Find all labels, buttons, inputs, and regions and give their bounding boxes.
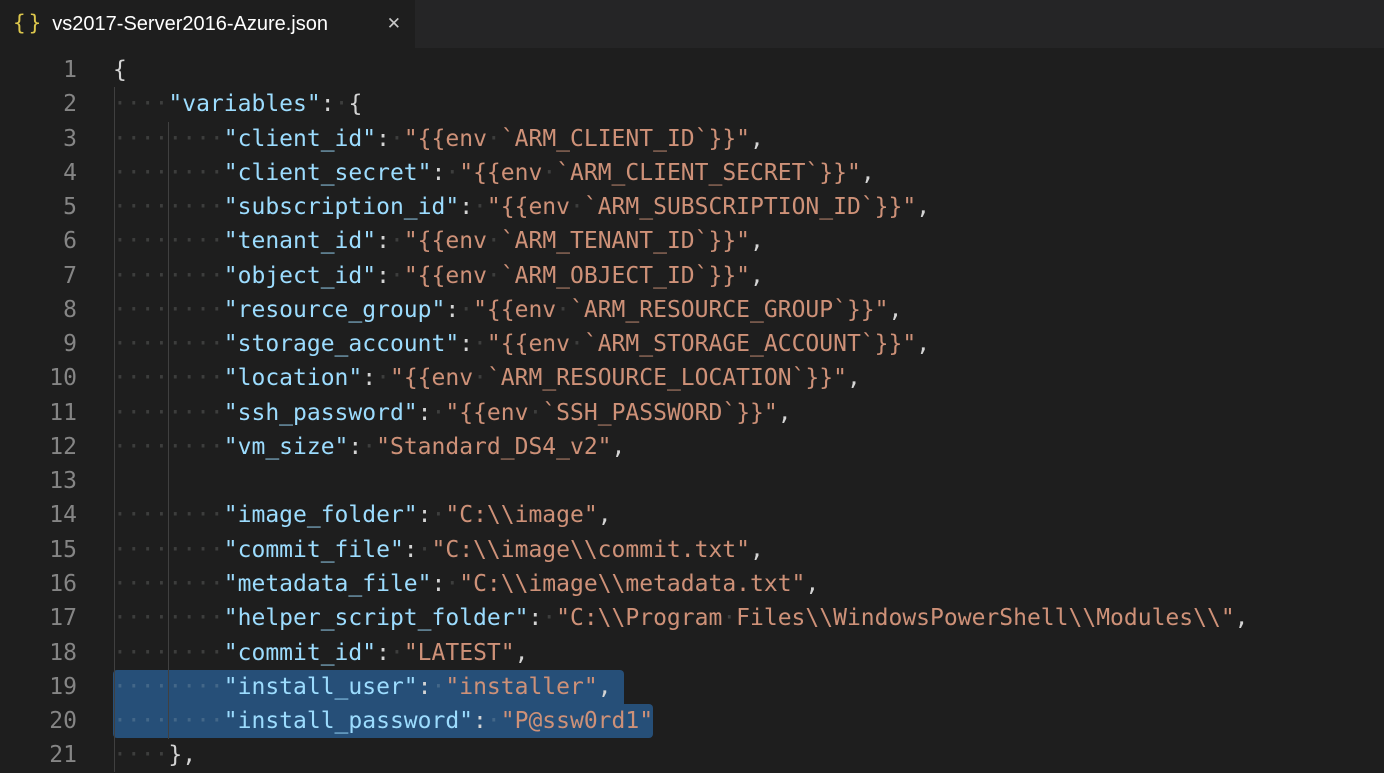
code-line-content: ········"commit_id":·"LATEST", bbox=[113, 636, 528, 670]
indent-guide-level-2 bbox=[168, 122, 169, 739]
code-line-content: ········"object_id":·"{{env·`ARM_OBJECT_… bbox=[113, 259, 764, 293]
code-line-content: { bbox=[113, 53, 127, 87]
line-number[interactable]: 18 bbox=[0, 636, 113, 670]
code-line-content: ········"metadata_file":·"C:\\image\\met… bbox=[113, 567, 819, 601]
code-line[interactable]: 8········"resource_group":·"{{env·`ARM_R… bbox=[0, 293, 1384, 327]
code-line-content: ········"resource_group":·"{{env·`ARM_RE… bbox=[113, 293, 902, 327]
code-line[interactable]: 13 bbox=[0, 464, 1384, 498]
code-line[interactable]: 7········"object_id":·"{{env·`ARM_OBJECT… bbox=[0, 259, 1384, 293]
json-file-icon: {} bbox=[13, 13, 44, 34]
code-line[interactable]: 19········"install_user":·"installer", bbox=[0, 670, 1384, 704]
code-line-content: ········"image_folder":·"C:\\image", bbox=[113, 498, 612, 532]
tab-vs2017-server2016-azure-json[interactable]: {} vs2017-Server2016-Azure.json ✕ bbox=[0, 0, 415, 48]
code-line[interactable]: 17········"helper_script_folder":·"C:\\P… bbox=[0, 601, 1384, 635]
indent-guide-level-1 bbox=[114, 87, 115, 772]
line-number[interactable]: 14 bbox=[0, 498, 113, 532]
line-number[interactable]: 4 bbox=[0, 156, 113, 190]
code-line[interactable]: 2····"variables":·{ bbox=[0, 87, 1384, 121]
line-number[interactable]: 8 bbox=[0, 293, 113, 327]
code-line[interactable]: 18········"commit_id":·"LATEST", bbox=[0, 636, 1384, 670]
code-line[interactable]: 16········"metadata_file":·"C:\\image\\m… bbox=[0, 567, 1384, 601]
code-line-content: ····"variables":·{ bbox=[113, 87, 362, 121]
code-line-content: ········"install_user":·"installer", bbox=[113, 670, 624, 704]
tab-bar: {} vs2017-Server2016-Azure.json ✕ bbox=[0, 0, 1384, 48]
code-line[interactable]: 4········"client_secret":·"{{env·`ARM_CL… bbox=[0, 156, 1384, 190]
code-line-content: ········"vm_size":·"Standard_DS4_v2", bbox=[113, 430, 625, 464]
code-line[interactable]: 12········"vm_size":·"Standard_DS4_v2", bbox=[0, 430, 1384, 464]
code-line[interactable]: 21····}, bbox=[0, 738, 1384, 772]
line-number[interactable]: 15 bbox=[0, 533, 113, 567]
line-number[interactable]: 7 bbox=[0, 259, 113, 293]
code-line-content: ········"subscription_id":·"{{env·`ARM_S… bbox=[113, 190, 930, 224]
line-number[interactable]: 11 bbox=[0, 396, 113, 430]
line-number[interactable]: 3 bbox=[0, 122, 113, 156]
line-number[interactable]: 5 bbox=[0, 190, 113, 224]
line-number[interactable]: 1 bbox=[0, 53, 113, 87]
line-number[interactable]: 12 bbox=[0, 430, 113, 464]
code-line[interactable]: 15········"commit_file":·"C:\\image\\com… bbox=[0, 533, 1384, 567]
line-number[interactable]: 19 bbox=[0, 670, 113, 704]
code-line-content: ········"client_id":·"{{env·`ARM_CLIENT_… bbox=[113, 122, 764, 156]
code-line[interactable]: 20········"install_password":·"P@ssw0rd1… bbox=[0, 704, 1384, 738]
code-area[interactable]: 1{2····"variables":·{3········"client_id… bbox=[0, 48, 1384, 773]
code-line[interactable]: 6········"tenant_id":·"{{env·`ARM_TENANT… bbox=[0, 224, 1384, 258]
line-number[interactable]: 9 bbox=[0, 327, 113, 361]
line-number[interactable]: 10 bbox=[0, 361, 113, 395]
code-line[interactable]: 3········"client_id":·"{{env·`ARM_CLIENT… bbox=[0, 122, 1384, 156]
code-line[interactable]: 10········"location":·"{{env·`ARM_RESOUR… bbox=[0, 361, 1384, 395]
line-number[interactable]: 13 bbox=[0, 464, 113, 498]
line-number[interactable]: 2 bbox=[0, 87, 113, 121]
code-line-content: ········"ssh_password":·"{{env·`SSH_PASS… bbox=[113, 396, 792, 430]
code-line-content: ········"tenant_id":·"{{env·`ARM_TENANT_… bbox=[113, 224, 764, 258]
code-line[interactable]: 5········"subscription_id":·"{{env·`ARM_… bbox=[0, 190, 1384, 224]
code-line-content: ········"install_password":·"P@ssw0rd1" bbox=[113, 704, 653, 738]
vscode-window: {} vs2017-Server2016-Azure.json ✕ 1{2···… bbox=[0, 0, 1384, 772]
code-line[interactable]: 14········"image_folder":·"C:\\image", bbox=[0, 498, 1384, 532]
code-line-content: ········"commit_file":·"C:\\image\\commi… bbox=[113, 533, 764, 567]
code-line[interactable]: 11········"ssh_password":·"{{env·`SSH_PA… bbox=[0, 396, 1384, 430]
code-line[interactable]: 1{ bbox=[0, 53, 1384, 87]
code-line-content: ········"helper_script_folder":·"C:\\Pro… bbox=[113, 601, 1249, 635]
line-number[interactable]: 16 bbox=[0, 567, 113, 601]
code-editor[interactable]: 1{2····"variables":·{3········"client_id… bbox=[0, 48, 1384, 772]
line-number[interactable]: 17 bbox=[0, 601, 113, 635]
tab-title: vs2017-Server2016-Azure.json bbox=[52, 13, 328, 36]
line-number[interactable]: 20 bbox=[0, 704, 113, 738]
code-line-content: ····}, bbox=[113, 738, 196, 772]
selection-highlight: ········"install_user":·"installer", bbox=[113, 670, 624, 704]
line-number[interactable]: 21 bbox=[0, 738, 113, 772]
line-number[interactable]: 6 bbox=[0, 224, 113, 258]
code-line-content: ········"storage_account":·"{{env·`ARM_S… bbox=[113, 327, 930, 361]
code-line-content: ········"location":·"{{env·`ARM_RESOURCE… bbox=[113, 361, 861, 395]
code-line[interactable]: 9········"storage_account":·"{{env·`ARM_… bbox=[0, 327, 1384, 361]
selection-highlight: ········"install_password":·"P@ssw0rd1" bbox=[113, 704, 653, 738]
close-icon[interactable]: ✕ bbox=[387, 14, 401, 34]
code-line-content: ········"client_secret":·"{{env·`ARM_CLI… bbox=[113, 156, 875, 190]
